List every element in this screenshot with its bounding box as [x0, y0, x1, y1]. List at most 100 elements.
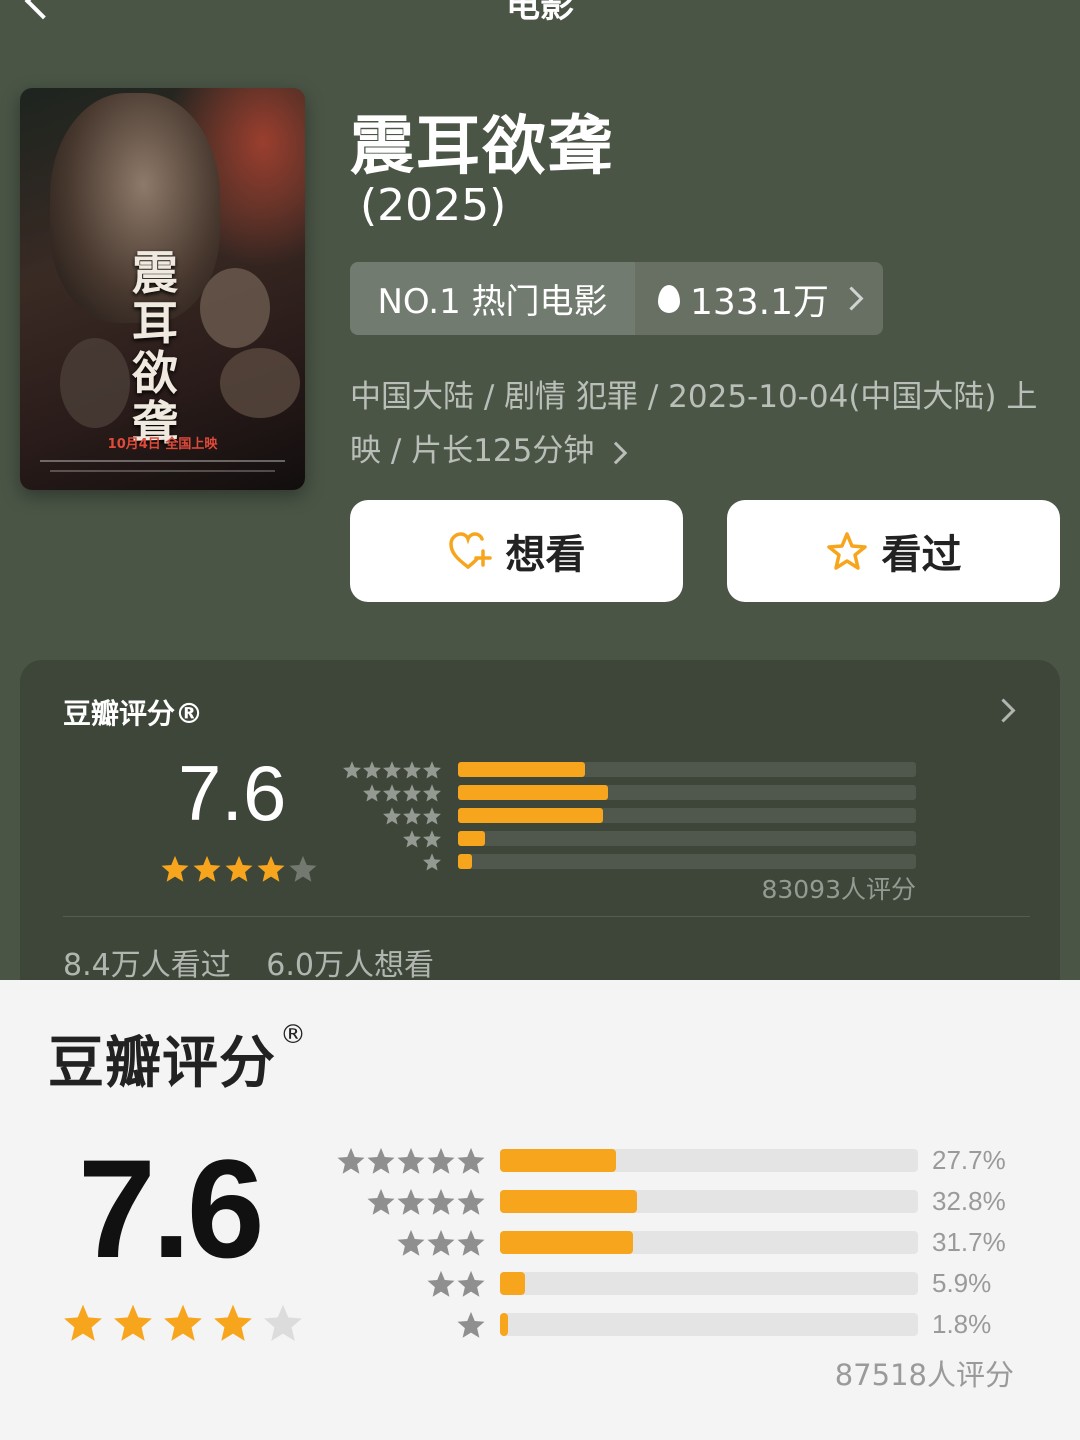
rating-detail-distribution: 27.7% 32.8% 31.7% 5.9% 1.8% [336, 1140, 1006, 1345]
movie-meta[interactable]: 中国大陆 / 剧情 犯罪 / 2025-10-04(中国大陆) 上 映 / 片长… [350, 370, 1050, 478]
star-icon [397, 1229, 425, 1256]
hot-rank-label: NO.1 热门电影 [350, 262, 635, 335]
rating-percent: 27.7% [932, 1145, 1006, 1175]
rating-bar-row [338, 781, 916, 804]
chevron-right-icon [839, 286, 864, 311]
row-stars [336, 1228, 486, 1258]
rating-bar [458, 762, 585, 777]
star-icon [214, 1304, 252, 1341]
star-icon [403, 760, 421, 778]
rating-bar [458, 831, 486, 846]
heart-plus-icon [448, 532, 492, 569]
star-icon [161, 855, 189, 882]
rating-bar [500, 1313, 508, 1336]
star-icon [367, 1188, 395, 1215]
meta-line: 中国大陆 / 剧情 犯罪 / 2025-10-04(中国大陆) 上 [350, 379, 1038, 415]
star-icon [257, 855, 285, 882]
poster-credits [50, 470, 275, 472]
watch-stats: 8.4万人看过 6.0万人想看 [63, 940, 460, 980]
rating-percent: 5.9% [932, 1268, 992, 1298]
want-count[interactable]: 6.0万人想看 [266, 948, 434, 980]
rating-bar [500, 1231, 633, 1254]
star-icon [397, 1188, 425, 1215]
rating-bar-track [458, 785, 916, 800]
star-icon [383, 783, 401, 801]
star-icon [457, 1188, 485, 1215]
seen-count[interactable]: 8.4万人看过 [63, 948, 231, 980]
fire-icon [657, 284, 680, 313]
star-icon [423, 783, 441, 801]
rating-bar [458, 854, 472, 869]
rating-distribution [338, 758, 916, 873]
movie-header: 电影 震耳欲聋 10月4日 全国上映 震耳欲聋 (2025) NO.1 热门电影… [0, 0, 1080, 980]
row-stars [336, 1146, 486, 1176]
row-stars [338, 806, 442, 826]
star-icon [264, 1304, 302, 1341]
rating-bar [500, 1190, 638, 1213]
star-icon [363, 783, 381, 801]
star-icon [225, 855, 253, 882]
star-icon [457, 1147, 485, 1174]
rating-bar [500, 1272, 525, 1295]
rating-detail: 豆瓣评分 ® 7.6 27.7% 32.8% 31.7% 5.9% 1.8% 87518人… [0, 980, 1080, 1440]
rating-bar-track [500, 1313, 918, 1336]
want-to-watch-button[interactable]: 想看 [350, 500, 683, 602]
seen-label: 看过 [881, 532, 962, 578]
rating-bar [500, 1149, 616, 1172]
want-label: 想看 [505, 532, 586, 578]
rating-bar-track [458, 762, 916, 777]
chevron-right-icon [604, 441, 628, 465]
rating-bar-row: 5.9% [336, 1263, 1006, 1304]
hot-count-value: 133.1万 [689, 281, 830, 323]
rating-detail-count: 87518人评分 [834, 1358, 1014, 1392]
poster-release-date: 10月4日 全国上映 [107, 437, 218, 452]
star-icon [423, 829, 441, 847]
rating-percent: 1.8% [932, 1309, 992, 1339]
watched-button[interactable]: 看过 [727, 500, 1060, 602]
star-icon [337, 1147, 365, 1174]
star-icon [397, 1147, 425, 1174]
nav-title: 电影 [506, 0, 574, 26]
rating-detail-score: 7.6 [78, 1130, 265, 1287]
meta-line: 映 / 片长125分钟 [350, 433, 595, 469]
rating-bar-row [338, 827, 916, 850]
rating-count: 83093人评分 [761, 875, 916, 904]
poster-figure [200, 268, 270, 348]
star-icon [403, 829, 421, 847]
divider [63, 916, 1030, 917]
rating-bar-track [458, 854, 916, 869]
row-stars [336, 1310, 486, 1340]
rating-bar-track [500, 1149, 918, 1172]
rating-bar-track [500, 1272, 918, 1295]
star-outline-icon [826, 532, 867, 570]
movie-poster[interactable]: 震耳欲聋 10月4日 全国上映 [20, 88, 305, 490]
hot-ranking-pill[interactable]: NO.1 热门电影 133.1万 [350, 262, 883, 335]
rating-bar-track [458, 831, 916, 846]
star-icon [367, 1147, 395, 1174]
star-icon [164, 1304, 202, 1341]
movie-year: (2025) [360, 180, 507, 231]
star-icon [64, 1304, 102, 1341]
star-icon [457, 1270, 485, 1297]
rating-bar-track [500, 1190, 918, 1213]
star-icon [427, 1147, 455, 1174]
star-icon [427, 1229, 455, 1256]
rating-detail-stars [62, 1302, 304, 1344]
rating-score: 7.6 [178, 749, 287, 837]
rating-bar-track [458, 808, 916, 823]
rating-bar-track [500, 1231, 918, 1254]
rating-stars [160, 854, 318, 884]
rating-bar-row: 27.7% [336, 1140, 1006, 1181]
star-icon [457, 1229, 485, 1256]
chevron-right-icon[interactable] [991, 698, 1016, 723]
rating-bar-row: 32.8% [336, 1181, 1006, 1222]
star-icon [423, 806, 441, 824]
star-icon [403, 806, 421, 824]
rating-card[interactable]: 豆瓣评分® 7.6 83093人评分 8.4万人看过 6.0万人想看 [20, 660, 1060, 980]
rating-bar [458, 808, 604, 823]
row-stars [338, 760, 442, 780]
poster-title: 震耳欲聋 [132, 246, 178, 450]
poster-credits [40, 460, 285, 462]
poster-figure [60, 338, 130, 428]
star-icon [343, 760, 361, 778]
